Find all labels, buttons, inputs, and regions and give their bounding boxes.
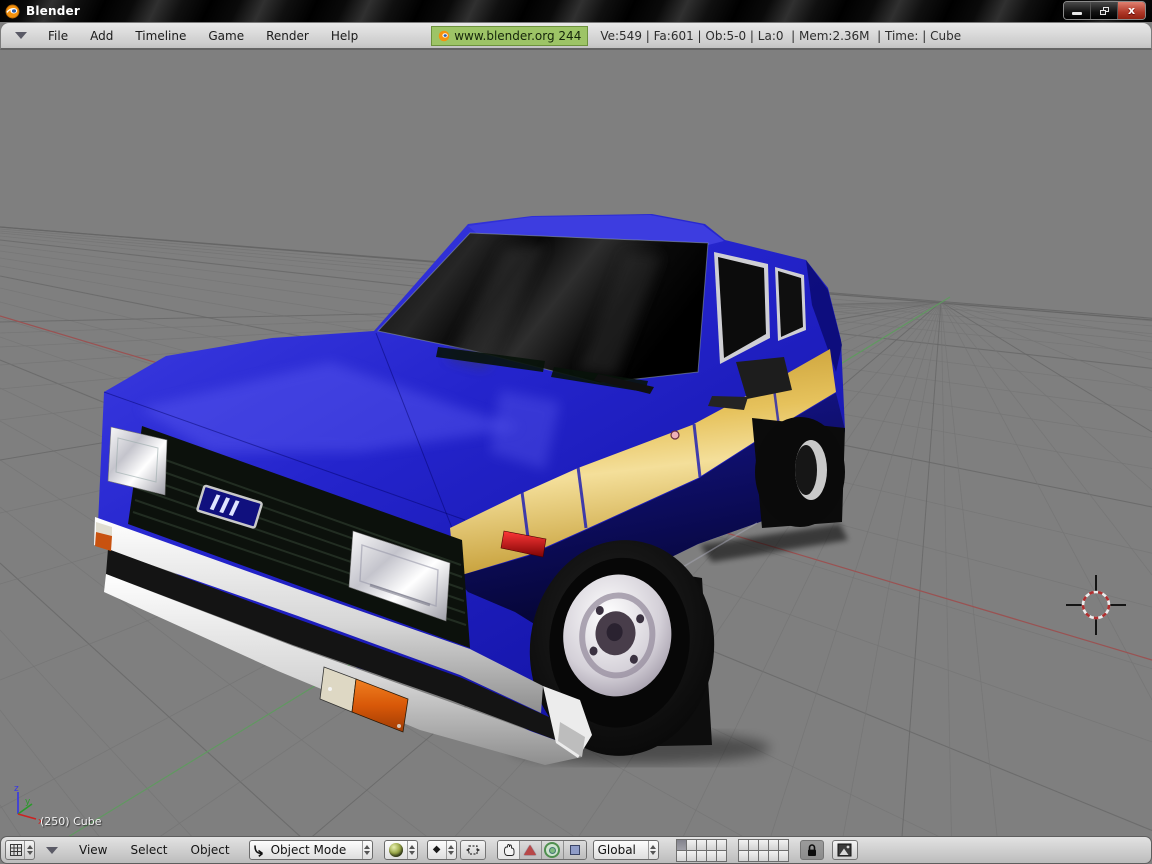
layer-cell[interactable] [716,850,726,861]
lock-icon [807,844,816,856]
editor-3dview-icon [10,844,22,856]
menu-add[interactable]: Add [79,29,124,43]
layer-cell[interactable] [768,839,778,850]
layer-cell[interactable] [696,850,706,861]
layer-cell[interactable] [676,839,686,850]
collapse-menu-icon[interactable] [15,32,27,39]
layer-cell[interactable] [706,850,716,861]
minimize-icon [1072,12,1082,15]
mode-select-value: Object Mode [270,843,347,857]
layer-cell[interactable] [778,850,788,861]
axis-z-label: z [14,784,19,794]
layer-cell[interactable] [758,839,768,850]
object-mode-icon [250,844,267,857]
layer-buttons-group-2 [737,838,789,862]
menu-game[interactable]: Game [197,29,255,43]
pivot-median-icon: ◆ [432,844,441,855]
main-menubar: File Add Timeline Game Render Help www.b… [0,22,1152,50]
draw-type-stepper[interactable] [406,841,417,859]
restore-button[interactable] [1091,2,1118,19]
active-object-label: (250) Cube [40,815,102,828]
layer-cell[interactable] [738,850,748,861]
rear-wheel [755,417,845,527]
lock-layers-button[interactable] [799,840,824,860]
move-centers-icon [465,845,480,855]
menu-file[interactable]: File [37,29,79,43]
orientation-stepper[interactable] [647,841,658,859]
hand-icon [503,844,515,856]
layer-cell[interactable] [686,839,696,850]
layer-cell[interactable] [738,839,748,850]
object-menu[interactable]: Object [181,843,240,857]
blender-org-badge[interactable]: www.blender.org 244 [431,25,589,46]
badge-label: www.blender.org 244 [454,28,582,43]
minimize-button[interactable] [1064,2,1091,19]
scene-render [0,214,1152,836]
blender-logo-icon [438,30,450,41]
layer-cell[interactable] [768,850,778,861]
manipulator-group [496,840,587,860]
window-controls: x [1063,1,1146,20]
layer-cell[interactable] [748,839,758,850]
menu-timeline[interactable]: Timeline [124,29,197,43]
menu-help[interactable]: Help [320,29,369,43]
draw-type-textured-icon [385,843,407,857]
menu-render[interactable]: Render [255,29,320,43]
door-handle-dot [670,430,680,440]
window-title: Blender [26,4,80,18]
axis-y-label: y [25,797,31,807]
titlebar[interactable]: Blender x [0,0,1152,22]
manipulator-translate-button[interactable] [519,841,542,859]
view-menu[interactable]: View [69,843,117,857]
move-centers-button[interactable] [459,840,486,860]
manipulator-rotate-button[interactable] [541,841,564,859]
mode-select[interactable]: Object Mode [248,840,373,860]
manipulator-scale-button[interactable] [563,841,586,859]
render-preview-button[interactable] [831,840,858,860]
layer-cell[interactable] [778,839,788,850]
layer-cell[interactable] [696,839,706,850]
pivot-select-stepper[interactable] [445,841,456,859]
draw-type-select[interactable] [383,840,418,860]
translate-icon [524,845,537,855]
car-model[interactable] [94,214,848,765]
layer-cell[interactable] [706,839,716,850]
layer-cell[interactable] [686,850,696,861]
layer-cell[interactable] [758,850,768,861]
manipulator-toggle-button[interactable] [497,841,520,859]
mode-select-stepper[interactable] [361,841,372,859]
scale-icon [569,845,580,855]
close-button[interactable]: x [1118,2,1145,19]
close-icon: x [1127,4,1136,17]
layer-cell[interactable] [716,839,726,850]
layer-buttons-group-1 [675,838,727,862]
layer-cell[interactable] [676,850,686,861]
editor-type-button[interactable] [5,840,35,860]
orientation-value: Global [597,843,636,857]
view3d-header: View Select Object Object Mode ◆ Global [0,836,1152,864]
rotate-icon [544,842,561,858]
select-menu[interactable]: Select [120,843,177,857]
orientation-select[interactable]: Global [592,840,659,860]
pivot-select[interactable]: ◆ [426,840,457,860]
header-collapse-icon[interactable] [46,846,58,854]
image-icon [837,843,852,857]
blender-logo-icon [5,4,20,18]
layer-cell[interactable] [748,850,758,861]
restore-icon [1099,6,1109,15]
scene-stats: Ve:549 | Fa:601 | Ob:5-0 | La:0 | Mem:2.… [600,28,962,43]
editor-type-stepper[interactable] [24,841,34,859]
viewport-3d[interactable]: z y x (250) Cube [0,50,1152,836]
cursor-3d [1066,575,1126,635]
blender-window: { "window": { "title": "Blender" }, "men… [0,0,1152,864]
